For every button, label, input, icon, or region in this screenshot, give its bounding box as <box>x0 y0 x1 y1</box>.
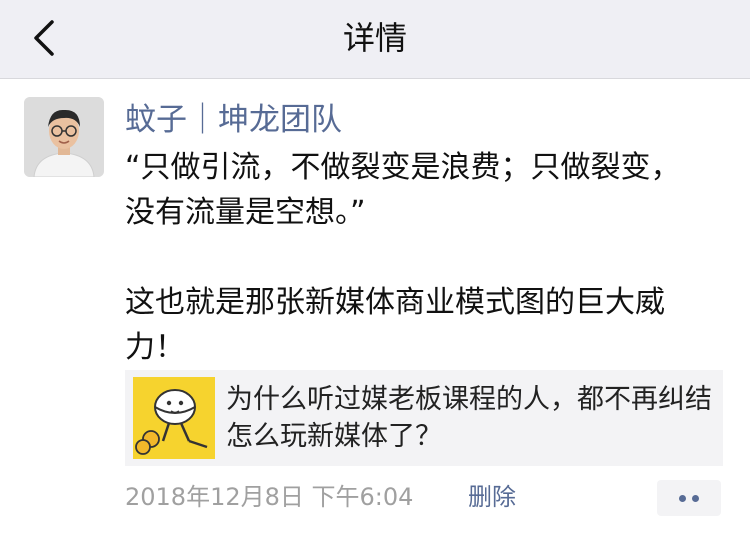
link-title: 为什么听过媒老板课程的人，都不再纠结怎么玩新媒体了？ <box>226 384 712 452</box>
avatar[interactable] <box>24 97 104 177</box>
page-title: 详情 <box>342 19 407 57</box>
avatar-photo <box>24 97 104 177</box>
delete-button[interactable]: 删除 <box>468 480 516 514</box>
link-thumbnail <box>133 377 215 459</box>
shared-link-card[interactable]: 为什么听过媒老板课程的人，都不再纠结怎么玩新媒体了？ <box>125 370 723 466</box>
nav-bar: 详情 <box>0 0 750 79</box>
post-timestamp: 2018年12月8日 下午6:04 <box>125 483 414 511</box>
more-button[interactable] <box>657 480 721 516</box>
author-name[interactable]: 蚊子｜坤龙团队 <box>125 100 342 140</box>
post-content: “只做引流，不做裂变是浪费；只做裂变，没有流量是空想。” 这也就是那张新媒体商业… <box>125 150 681 365</box>
cartoon-egg-thumbnail <box>133 377 215 459</box>
